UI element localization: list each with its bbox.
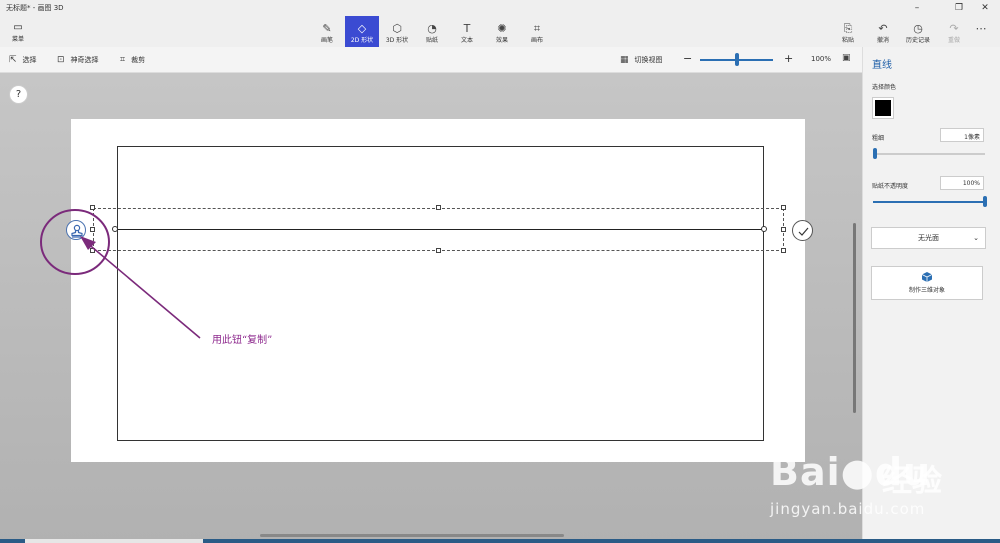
opacity-slider-thumb[interactable] — [983, 196, 987, 207]
color-label: 选择颜色 — [872, 84, 897, 91]
thickness-label: 粗细 — [872, 135, 885, 142]
taskbar-segment — [25, 539, 203, 543]
opacity-slider[interactable] — [873, 201, 985, 203]
thickness-slider-thumb[interactable] — [873, 148, 878, 159]
panel-title: 直线 — [872, 60, 892, 71]
opacity-slider-fill — [873, 201, 985, 203]
make-3d-label: 制作三维对象 — [908, 287, 945, 294]
chevron-down-icon: ⌄ — [973, 234, 979, 242]
watermark-url: jingyan.baidu.com — [770, 500, 926, 518]
thickness-input[interactable]: 1像素 — [940, 128, 984, 142]
thickness-slider[interactable] — [873, 153, 985, 155]
finish-dropdown[interactable]: 无光面 ⌄ — [871, 227, 986, 249]
finish-dropdown-value: 无光面 — [918, 234, 939, 242]
color-swatch[interactable] — [872, 97, 894, 119]
make-3d-button[interactable]: 制作三维对象 — [871, 266, 983, 300]
annotation-arrow-line — [85, 241, 201, 339]
paw-icon: ● — [840, 450, 875, 494]
watermark-cn: 经验 — [882, 464, 942, 499]
opacity-label: 贴纸不透明度 — [872, 183, 909, 190]
opacity-input[interactable]: 100% — [940, 176, 984, 190]
baidu-watermark: Bai●du 经验 jingyan.baidu.com — [770, 440, 985, 530]
annotation-text: 用此钮“复制” — [212, 335, 273, 346]
cube-icon — [921, 272, 933, 282]
watermark-brand-head: Bai — [770, 450, 841, 494]
annotation-ellipse — [40, 209, 110, 275]
